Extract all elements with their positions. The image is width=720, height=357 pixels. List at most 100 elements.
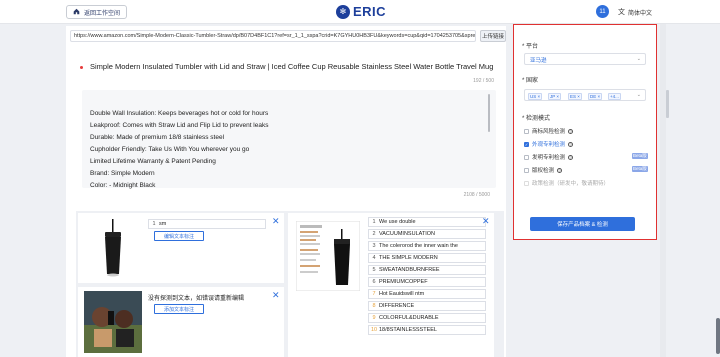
keyword-row[interactable]: 1 sm bbox=[148, 219, 266, 229]
product-title-field[interactable]: Simple Modern Insulated Tumbler with Lid… bbox=[76, 58, 500, 88]
keyword-text: PREMIUMCOPPEF bbox=[379, 279, 428, 285]
keyword-text: THE SIMPLE MODERN bbox=[379, 255, 438, 261]
option-design-patent[interactable]: ✓ 外观专利检测 ? bbox=[524, 140, 574, 148]
platform-select[interactable]: 亚马逊 ⌄ bbox=[524, 53, 646, 65]
country-more-tag[interactable]: +4... bbox=[608, 93, 621, 100]
keyword-number: 9 bbox=[372, 315, 376, 321]
keyword-text: SWEATANDBURNFREE bbox=[379, 267, 440, 273]
back-to-workspace-button[interactable]: 返回工作空间 bbox=[66, 5, 128, 19]
bullet-points-textarea[interactable]: Double Wall Insulation: Keeps beverages … bbox=[82, 90, 496, 198]
option-policy-disabled: 政策检测（研发中，敬请期待） bbox=[524, 179, 609, 187]
option-label: 政策检测（研发中，敬请期待） bbox=[532, 181, 610, 187]
keyword-row[interactable]: 6 PREMIUMCOPPEF bbox=[368, 277, 486, 287]
user-avatar[interactable]: 11 bbox=[596, 5, 609, 18]
keyword-number: 2 bbox=[372, 231, 376, 237]
language-switch[interactable]: 文 简体中文 bbox=[618, 7, 652, 17]
keyword-text: We use double bbox=[379, 219, 416, 225]
keyword-number: 1 bbox=[152, 221, 156, 227]
help-icon[interactable]: ? bbox=[568, 141, 574, 147]
option-invention-patent[interactable]: 发明专利检测 ? bbox=[524, 153, 574, 161]
platform-value: 亚马逊 bbox=[530, 58, 547, 64]
save-and-detect-button[interactable]: 保存产品档案 & 检测 bbox=[530, 217, 635, 231]
checkbox[interactable] bbox=[524, 167, 529, 173]
country-tag[interactable]: DE × bbox=[588, 93, 603, 100]
image-card-1: 1 sm 编辑文本标注 ✕ bbox=[78, 213, 284, 283]
keyword-row[interactable]: 4 THE SIMPLE MODERN bbox=[368, 253, 486, 263]
keyword-text: VACUUMINSULATION bbox=[379, 231, 436, 237]
image-card-2: 没有探测到文本，如错误请重新编辑 添加文本标注 ✕ bbox=[78, 287, 284, 357]
keyword-row[interactable]: 2 VACUUMINSULATION bbox=[368, 229, 486, 239]
panel-scrollbar[interactable] bbox=[666, 90, 669, 118]
close-icon[interactable]: ✕ bbox=[482, 216, 490, 227]
keyword-row[interactable]: 1 We use double bbox=[368, 217, 486, 227]
checkbox[interactable] bbox=[524, 128, 529, 134]
keyword-row[interactable]: 9 COLORFUL&DURABLE bbox=[368, 313, 486, 323]
bullet-line: Limited Lifetime Warranty & Patent Pendi… bbox=[90, 158, 216, 165]
bullet-line: Brand: Simple Modern bbox=[90, 170, 155, 177]
logo-text: ERIC bbox=[353, 4, 387, 19]
help-icon[interactable]: ? bbox=[557, 167, 563, 173]
option-copyright[interactable]: 版权检测 ? bbox=[524, 166, 563, 174]
keyword-row[interactable]: 8 DIFFERENCE bbox=[368, 301, 486, 311]
keyword-number: 6 bbox=[372, 279, 376, 285]
keyword-text: COLORFUL&DURABLE bbox=[379, 315, 439, 321]
checkbox[interactable] bbox=[524, 154, 529, 160]
keyword-row[interactable]: 5 SWEATANDBURNFREE bbox=[368, 265, 486, 275]
keyword-number: 3 bbox=[372, 243, 376, 249]
checkbox-disabled bbox=[524, 180, 529, 186]
bullet-line: Double Wall Insulation: Keeps beverages … bbox=[90, 110, 269, 117]
product-title: Simple Modern Insulated Tumbler with Lid… bbox=[90, 62, 494, 71]
bullet-line: Leakproof: Comes with Straw Lid and Flip… bbox=[90, 122, 269, 129]
option-label: 外观专利检测 bbox=[532, 142, 566, 148]
top-header: 返回工作空间 ✻ ERIC 11 文 简体中文 bbox=[0, 0, 720, 24]
right-gutter bbox=[660, 24, 666, 357]
keyword-text: sm bbox=[159, 221, 167, 227]
country-select[interactable]: US × JP × ES × DE × +4... ⌄ bbox=[524, 89, 646, 101]
bullets-char-count: 2108 / 5000 bbox=[463, 192, 490, 198]
add-text-annotation-button[interactable]: 添加文本标注 bbox=[154, 304, 204, 314]
keyword-number: 7 bbox=[372, 291, 376, 297]
keyword-number: 10 bbox=[370, 327, 378, 333]
option-label: 版权检测 bbox=[532, 168, 555, 174]
keyword-number: 4 bbox=[372, 255, 376, 261]
help-icon[interactable]: ? bbox=[568, 154, 574, 160]
close-icon[interactable]: ✕ bbox=[272, 290, 280, 301]
option-trademark[interactable]: 商标风险检测 ? bbox=[524, 127, 574, 135]
keyword-number: 5 bbox=[372, 267, 376, 273]
keyword-text: 18/8STAINLESSSTEEL bbox=[379, 327, 437, 333]
country-title: * 国家 bbox=[522, 78, 539, 84]
textarea-scrollbar[interactable] bbox=[488, 94, 490, 132]
infographic-image bbox=[296, 221, 360, 291]
keyword-number: 8 bbox=[372, 303, 376, 309]
chevron-down-icon: ⌄ bbox=[636, 56, 641, 62]
option-label: 发明专利检测 bbox=[532, 155, 566, 161]
product-editor-panel: https://www.amazon.com/Simple-Modern-Cla… bbox=[66, 26, 506, 357]
chevron-down-icon: ⌄ bbox=[636, 92, 641, 98]
checkbox-checked[interactable]: ✓ bbox=[524, 141, 529, 147]
keyword-number: 1 bbox=[372, 219, 376, 225]
help-icon[interactable]: ? bbox=[568, 128, 574, 134]
keyword-row[interactable]: 10 18/8STAINLESSSTEEL bbox=[368, 325, 486, 335]
keyword-row[interactable]: 7 Hot Eauidswill ntm bbox=[368, 289, 486, 299]
detection-mode-title: * 检测模式 bbox=[522, 116, 551, 122]
product-url-input[interactable]: https://www.amazon.com/Simple-Modern-Cla… bbox=[70, 30, 476, 42]
tumbler-image bbox=[105, 219, 121, 277]
bullet-line: Color: - Midnight Black bbox=[90, 182, 156, 189]
upload-link-button[interactable]: 上传链接 bbox=[480, 30, 506, 42]
beta-badge: Beta版 bbox=[632, 153, 648, 159]
language-label: 简体中文 bbox=[628, 10, 653, 17]
bullet-line: Durable: Made of premium 18/8 stainless … bbox=[90, 134, 225, 141]
lifestyle-photo bbox=[84, 291, 142, 353]
translate-icon: 文 bbox=[618, 9, 625, 16]
country-tag[interactable]: ES × bbox=[568, 93, 582, 100]
keyword-row[interactable]: 3 The colerorod the inner wain the bbox=[368, 241, 486, 251]
close-icon[interactable]: ✕ bbox=[272, 216, 280, 227]
edit-text-annotation-button[interactable]: 编辑文本标注 bbox=[154, 231, 204, 241]
no-text-detected-notice: 没有探测到文本，如错误请重新编辑 bbox=[148, 296, 245, 302]
country-tag[interactable]: US × bbox=[528, 93, 543, 100]
country-tag[interactable]: JP × bbox=[548, 93, 562, 100]
image-card-3: 1 We use double 2 VACUUMINSULATION 3 The… bbox=[288, 213, 494, 357]
keyword-text: The colerorod the inner wain the bbox=[379, 243, 458, 249]
page-scrollbar[interactable] bbox=[716, 318, 720, 354]
image-analysis-section: 1 sm 编辑文本标注 ✕ 没有探测到文本，如错误请重新编辑 添加文本标注 ✕ bbox=[76, 211, 504, 357]
